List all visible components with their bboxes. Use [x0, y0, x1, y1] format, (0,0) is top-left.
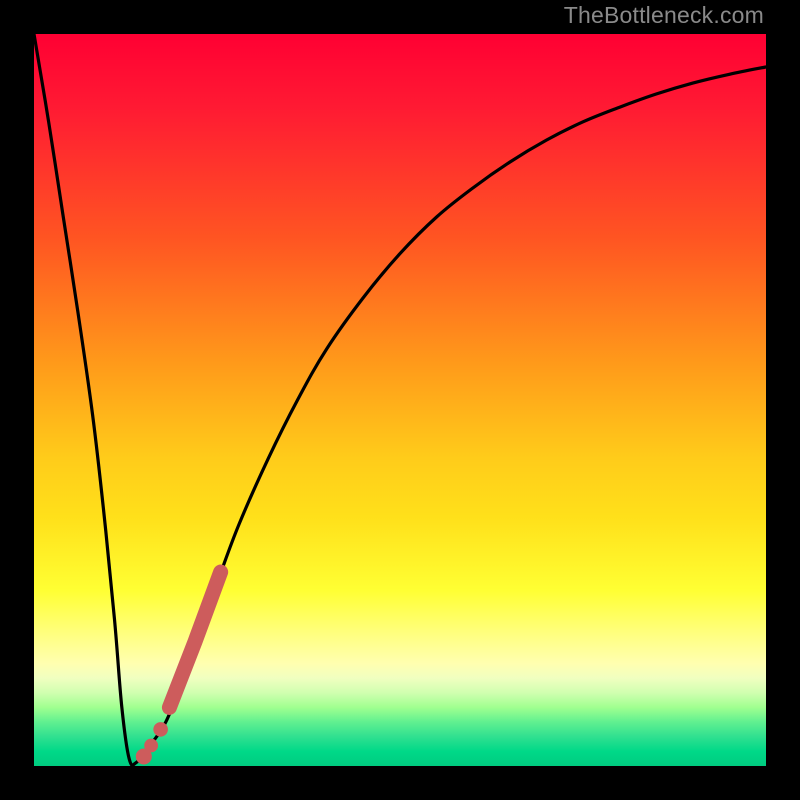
marker-dot: [144, 739, 158, 753]
plot-svg: [34, 34, 766, 766]
bottleneck-curve: [34, 34, 766, 765]
marker-dot: [153, 722, 168, 737]
watermark-text: TheBottleneck.com: [564, 2, 764, 29]
highlighted-segment: [169, 572, 220, 707]
plot-area: [34, 34, 766, 766]
chart-frame: TheBottleneck.com: [0, 0, 800, 800]
